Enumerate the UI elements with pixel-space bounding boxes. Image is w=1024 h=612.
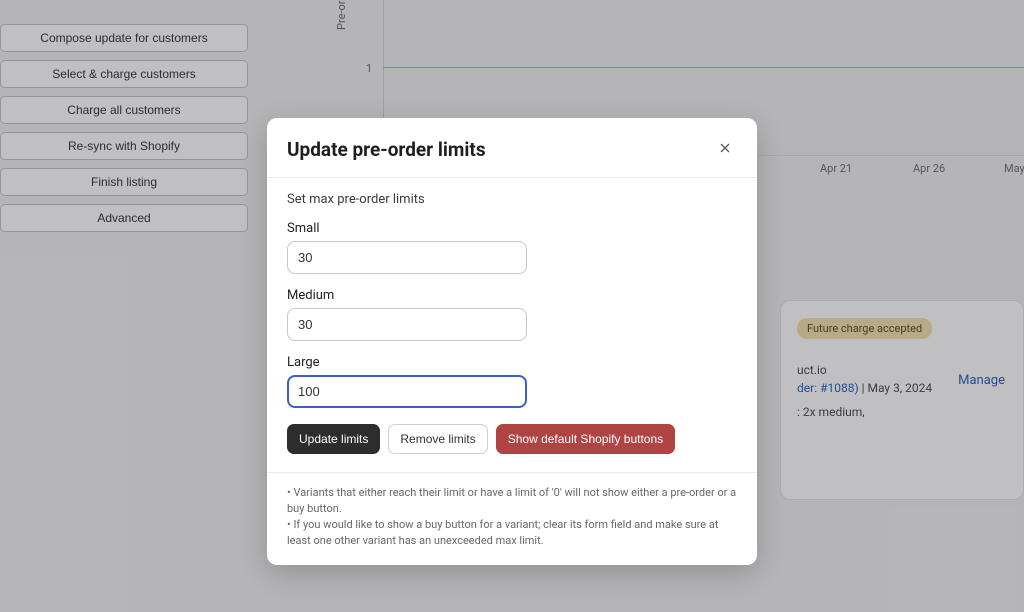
input-medium[interactable] [287,308,527,341]
label-large: Large [287,355,737,370]
close-icon [717,140,733,156]
modal-overlay: Update pre-order limits Set max pre-orde… [0,0,1024,612]
field-large: Large [287,355,737,408]
input-small[interactable] [287,241,527,274]
show-default-shopify-button[interactable]: Show default Shopify buttons [496,424,675,454]
field-small: Small [287,221,737,274]
input-large[interactable] [287,375,527,408]
footer-note-1: • Variants that either reach their limit… [287,485,737,517]
footer-note-2: • If you would like to show a buy button… [287,517,737,549]
update-preorder-limits-modal: Update pre-order limits Set max pre-orde… [267,118,757,565]
modal-header: Update pre-order limits [267,118,757,178]
modal-title: Update pre-order limits [287,138,486,161]
close-button[interactable] [713,136,737,163]
modal-button-row: Update limits Remove limits Show default… [287,424,737,454]
label-medium: Medium [287,288,737,303]
field-medium: Medium [287,288,737,341]
label-small: Small [287,221,737,236]
update-limits-button[interactable]: Update limits [287,424,380,454]
remove-limits-button[interactable]: Remove limits [388,424,487,454]
section-label: Set max pre-order limits [287,192,737,207]
modal-body: Set max pre-order limits Small Medium La… [267,178,757,472]
modal-footer: • Variants that either reach their limit… [267,472,757,565]
